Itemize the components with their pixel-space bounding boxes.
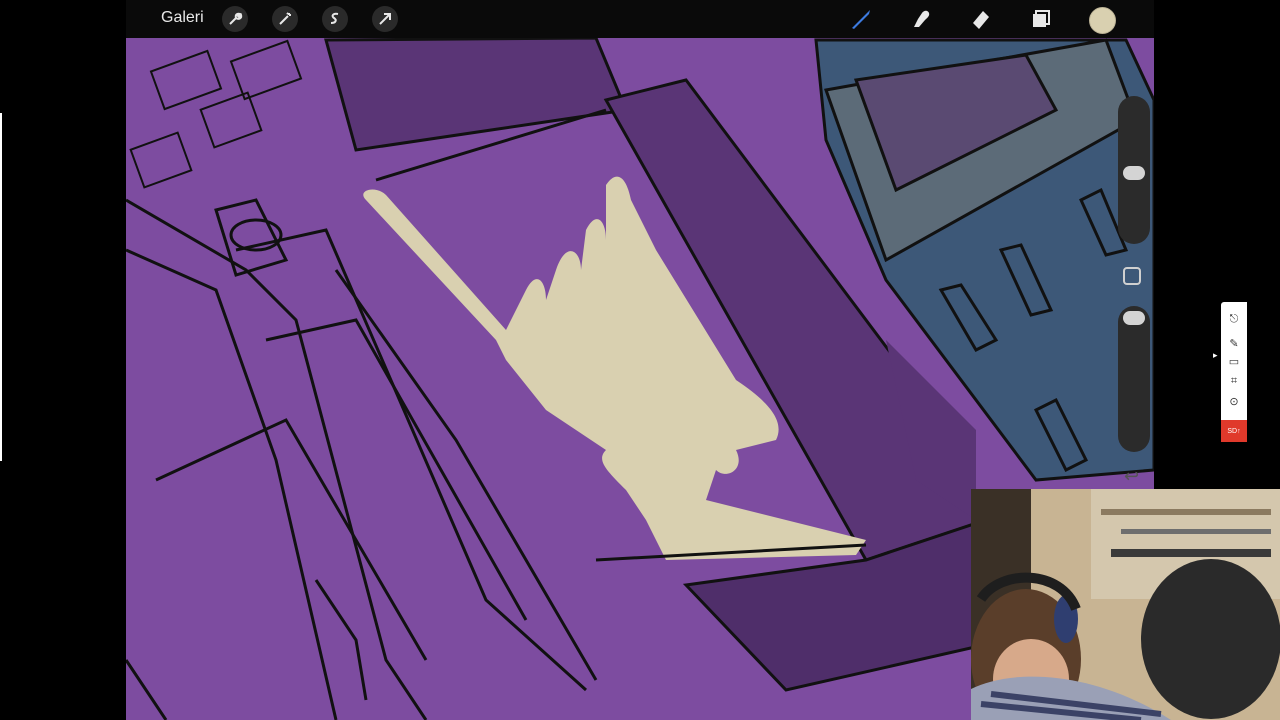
recorder-floatbar: ⎋ ✎ ▭ ⌗ ⊙ SD ↑ [1221, 302, 1247, 442]
wrench-icon[interactable] [222, 6, 248, 32]
brush-sidebar: ↩ [1115, 96, 1153, 488]
record-button[interactable]: SD ↑ [1221, 420, 1247, 442]
opacity-slider[interactable] [1118, 306, 1150, 452]
selection-icon[interactable] [322, 6, 348, 32]
crop-icon[interactable]: ⌗ [1227, 374, 1241, 388]
modify-button[interactable] [1123, 267, 1141, 285]
record-label: SD [1227, 427, 1238, 435]
brush-size-knob[interactable] [1123, 166, 1145, 180]
brush-size-slider[interactable] [1118, 96, 1150, 244]
floatbar-handle-icon[interactable]: ▸ [1213, 350, 1221, 370]
eraser-icon[interactable] [968, 6, 994, 32]
top-toolbar: Galeri [126, 0, 1154, 38]
color-picker-swatch[interactable] [1089, 7, 1116, 34]
undo-icon[interactable]: ↩ [1124, 466, 1139, 487]
smudge-icon[interactable] [908, 6, 934, 32]
magic-wand-icon[interactable] [272, 6, 298, 32]
webcam-image [971, 489, 1280, 720]
webcam-overlay [971, 489, 1280, 720]
screen-edge-line [0, 113, 2, 461]
opacity-knob[interactable] [1123, 311, 1145, 325]
transform-arrow-icon[interactable] [372, 6, 398, 32]
gallery-button[interactable]: Galeri [161, 9, 204, 27]
rectangle-icon[interactable]: ▭ [1227, 354, 1241, 368]
layers-icon[interactable] [1028, 6, 1054, 32]
pencil-icon[interactable]: ✎ [1227, 336, 1241, 350]
screen: Galeri ↩ ▸ ⎋ ✎ ▭ ⌗ ⊙ SD ↑ [0, 0, 1280, 720]
brush-icon[interactable] [848, 6, 874, 32]
target-icon[interactable]: ⊙ [1227, 394, 1241, 408]
exit-icon[interactable]: ⎋ [1227, 312, 1241, 326]
